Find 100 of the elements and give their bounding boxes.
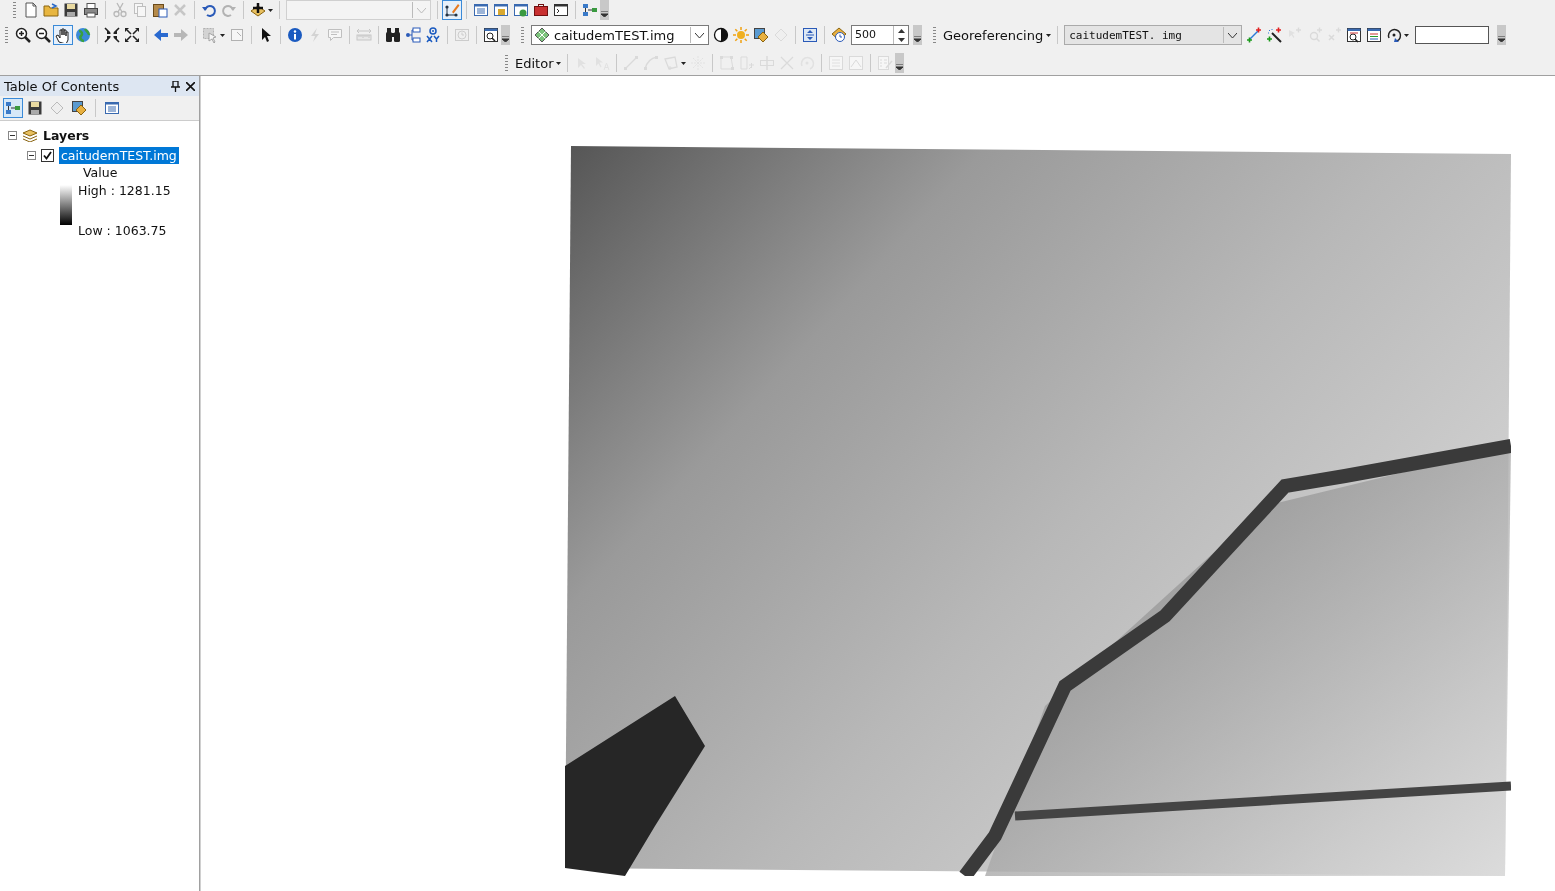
table-lines-icon (828, 55, 845, 71)
layers-icon (22, 128, 38, 142)
toolbar-handle[interactable] (13, 1, 16, 19)
chevron-icon (914, 36, 921, 42)
undo-icon (201, 2, 217, 18)
polygon-icon (663, 55, 680, 71)
chevron-icon (1498, 36, 1506, 42)
forward-arrow-icon (173, 27, 189, 43)
zoom-in-button[interactable] (13, 25, 33, 45)
caret-icon (1404, 33, 1410, 37)
chevron-down-icon (416, 7, 426, 13)
sketch-icon (848, 55, 865, 71)
clock-icon (454, 27, 470, 43)
zoom-out-button[interactable] (33, 25, 53, 45)
folder-button[interactable] (41, 0, 61, 20)
layer-dropdown[interactable]: caitudemTEST. img (1064, 25, 1243, 45)
sun-icon (733, 27, 749, 43)
toolbar-handle[interactable] (933, 26, 936, 44)
chevron-icon (896, 64, 904, 70)
contrast-icon (713, 27, 729, 43)
toolbar-overflow-button[interactable] (600, 0, 609, 20)
collapse-icon[interactable] (27, 150, 36, 160)
rotate-icon (1386, 27, 1403, 43)
toolbar-handle[interactable] (5, 26, 8, 44)
window-globe-icon (513, 2, 529, 18)
contrast-button[interactable] (711, 25, 731, 45)
caret-icon (268, 8, 273, 12)
chevron-icon (502, 36, 509, 42)
ruler-icon (356, 27, 372, 43)
zoom-in-icon (15, 27, 31, 43)
toolbox-icon (533, 2, 549, 18)
window-list-icon (473, 2, 489, 18)
hand-icon (55, 27, 71, 43)
raster-layer-icon (534, 27, 550, 43)
toolbar-overflow-button[interactable] (501, 25, 510, 45)
binoculars-button[interactable] (383, 25, 403, 45)
redo-icon (221, 2, 237, 18)
target-icon (425, 27, 441, 43)
route-icon (405, 27, 421, 43)
window-arrows-icon (802, 27, 818, 43)
terminal-icon (553, 2, 569, 18)
window-map-icon (493, 2, 509, 18)
select-features-icon (202, 27, 218, 43)
flowchart-icon (582, 2, 598, 18)
time-clock-button[interactable] (829, 25, 849, 45)
toolbar-menu[interactable]: Editor (513, 53, 564, 73)
window-arrows-button[interactable] (800, 25, 820, 45)
legend-label: High : 1281.15 (78, 183, 172, 200)
down-arrow-icon[interactable] (897, 37, 905, 42)
color-ramp (60, 185, 72, 225)
globe-icon (75, 27, 91, 43)
printer-button[interactable] (81, 0, 101, 20)
swipe-button[interactable] (751, 25, 771, 45)
target-button[interactable] (423, 25, 443, 45)
arrows-inward-button[interactable] (102, 25, 122, 45)
legend-label: Low : 1063.75 (78, 223, 168, 238)
printer-icon (83, 2, 99, 18)
up-arrow-icon[interactable] (897, 28, 905, 33)
collapse-icon[interactable] (8, 130, 17, 140)
swipe-icon (753, 27, 769, 43)
caret-icon (1046, 33, 1052, 37)
chevron-icon (601, 11, 608, 17)
arrows-inward-icon (104, 27, 120, 43)
wand-icon (1266, 27, 1283, 43)
toolbar-menu[interactable]: Georeferencing (941, 25, 1054, 45)
toolbar-handle[interactable] (521, 26, 524, 44)
toolbar-overflow-button[interactable] (913, 25, 922, 45)
toolbar-overflow-button[interactable] (1497, 25, 1507, 45)
form-icon (877, 55, 894, 71)
pencil-button[interactable] (442, 0, 462, 20)
page-icon (23, 2, 39, 18)
pencil-icon (444, 2, 460, 18)
layer-label[interactable]: caitudemTEST.img (59, 146, 179, 164)
zoom-out-icon (35, 27, 51, 43)
checkbox[interactable] (41, 148, 54, 162)
link-table-icon (1346, 27, 1363, 43)
toolbar-handle[interactable] (505, 54, 508, 72)
chevron-down-icon (694, 32, 704, 38)
speech-bubble-icon (327, 27, 343, 43)
input-field[interactable] (1415, 26, 1490, 44)
time-clock-icon (831, 27, 847, 43)
route-button[interactable] (403, 25, 423, 45)
toolbar-overflow-button[interactable] (895, 53, 905, 73)
close-icon[interactable] (186, 81, 195, 91)
hand-button[interactable] (53, 25, 73, 45)
clipboard-icon (152, 2, 168, 18)
binoculars-icon (385, 27, 401, 43)
layer-group-label[interactable]: Layers (43, 127, 90, 143)
number-spinner[interactable]: 500 (851, 25, 909, 45)
clear-selection-icon (229, 27, 245, 43)
caret-icon (681, 61, 687, 65)
pin-icon[interactable] (171, 80, 180, 92)
arrows-outward-button[interactable] (122, 25, 142, 45)
back-arrow-icon (153, 27, 169, 43)
magnifier-window-button[interactable] (481, 25, 501, 45)
layer-dropdown[interactable]: caitudemTEST.img (531, 25, 709, 45)
legend-heading: Value (82, 165, 119, 182)
info-icon (287, 27, 303, 43)
info-button[interactable] (285, 25, 305, 45)
delete-icon (172, 2, 188, 18)
